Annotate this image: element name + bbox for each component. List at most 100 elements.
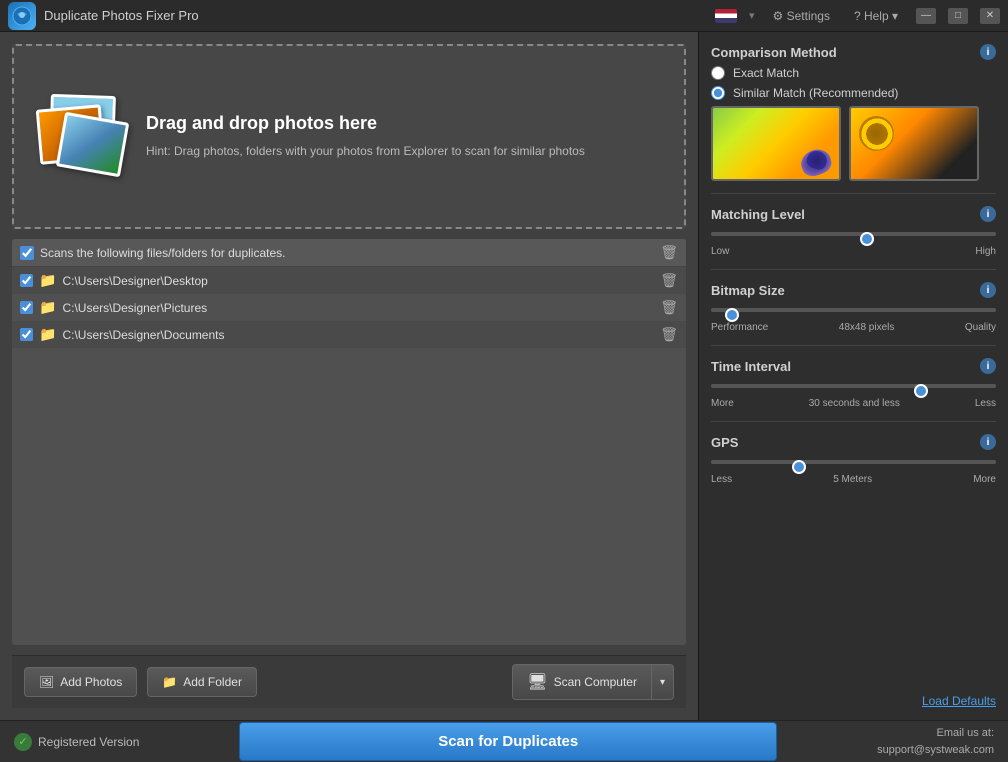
comparison-method-section: Comparison Method i Exact Match Similar … xyxy=(711,44,996,181)
preview-images xyxy=(711,106,996,181)
delete-all-icon[interactable]: 🗑 xyxy=(660,244,678,261)
bitmap-size-title: Bitmap Size i xyxy=(711,282,996,298)
add-folder-icon: 📁 xyxy=(162,675,177,689)
minimize-btn[interactable]: — xyxy=(916,8,936,24)
exact-match-radio[interactable]: Exact Match xyxy=(711,66,996,80)
folder-icon-2: 📁 xyxy=(39,326,56,343)
comparison-method-info[interactable]: i xyxy=(980,44,996,60)
matching-level-info[interactable]: i xyxy=(980,206,996,222)
preview-sunflower xyxy=(849,106,979,181)
time-interval-section: Time Interval i More 30 seconds and less… xyxy=(711,358,996,409)
app-icon xyxy=(8,2,36,30)
gps-value: 5 Meters xyxy=(833,474,872,485)
matching-level-section: Matching Level i Low High xyxy=(711,206,996,257)
email-info: Email us at: support@systweak.com xyxy=(877,725,994,758)
similar-match-input[interactable] xyxy=(711,86,725,100)
bitmap-size-section: Bitmap Size i Performance 48x48 pixels Q… xyxy=(711,282,996,333)
exact-match-label: Exact Match xyxy=(733,66,799,80)
add-folder-button[interactable]: 📁 Add Folder xyxy=(147,667,257,697)
app-title: Duplicate Photos Fixer Pro xyxy=(44,8,199,23)
bitmap-size-labels: Performance 48x48 pixels Quality xyxy=(711,322,996,333)
drop-hint: Hint: Drag photos, folders with your pho… xyxy=(146,142,668,160)
divider-1 xyxy=(711,193,996,194)
scan-computer-dropdown[interactable]: ▾ xyxy=(651,664,674,700)
scan-computer-wrapper: 🖥 Scan Computer ▾ xyxy=(512,664,674,700)
add-folder-label: Add Folder xyxy=(183,675,242,689)
flag-icon[interactable] xyxy=(715,9,737,23)
similar-match-radio[interactable]: Similar Match (Recommended) xyxy=(711,86,996,100)
bottom-buttons-bar: 🖼 Add Photos 📁 Add Folder 🖥 Scan Compute… xyxy=(12,655,686,708)
divider-2 xyxy=(711,269,996,270)
monitor-icon: 🖥 xyxy=(527,672,547,692)
matching-level-title: Matching Level i xyxy=(711,206,996,222)
folder-checkbox-2[interactable] xyxy=(20,328,33,341)
spacer xyxy=(711,497,996,681)
check-circle-icon: ✓ xyxy=(14,733,32,751)
folder-list-header: Scans the following files/folders for du… xyxy=(12,239,686,267)
select-all-checkbox[interactable] xyxy=(20,246,34,260)
titlebar: Duplicate Photos Fixer Pro ▾ ⚙ Settings … xyxy=(0,0,1008,32)
folder-path-0: C:\Users\Designer\Desktop xyxy=(62,274,654,288)
load-defaults-container: Load Defaults xyxy=(711,693,996,708)
delete-folder-0[interactable]: 🗑 xyxy=(660,272,678,289)
preview-butterfly xyxy=(711,106,841,181)
folder-list-header-text: Scans the following files/folders for du… xyxy=(40,246,654,260)
add-photos-label: Add Photos xyxy=(60,675,122,689)
footer: ✓ Registered Version Scan for Duplicates… xyxy=(0,720,1008,762)
right-panel: Comparison Method i Exact Match Similar … xyxy=(698,32,1008,720)
photos-graphic xyxy=(30,87,130,187)
time-interval-value: 30 seconds and less xyxy=(809,398,900,409)
time-interval-labels: More 30 seconds and less Less xyxy=(711,398,996,409)
settings-btn[interactable]: ⚙ Settings xyxy=(767,7,836,25)
left-panel: Drag and drop photos here Hint: Drag pho… xyxy=(0,32,698,720)
main-container: Drag and drop photos here Hint: Drag pho… xyxy=(0,32,1008,720)
drop-text: Drag and drop photos here Hint: Drag pho… xyxy=(146,113,668,160)
drop-zone[interactable]: Drag and drop photos here Hint: Drag pho… xyxy=(12,44,686,229)
delete-folder-1[interactable]: 🗑 xyxy=(660,299,678,316)
folder-icon-0: 📁 xyxy=(39,272,56,289)
folder-icon-1: 📁 xyxy=(39,299,56,316)
folder-checkbox-1[interactable] xyxy=(20,301,33,314)
folder-path-2: C:\Users\Designer\Documents xyxy=(62,328,654,342)
matching-level-labels: Low High xyxy=(711,246,996,257)
gps-section: GPS i Less 5 Meters More xyxy=(711,434,996,485)
folder-list-body: 📁 C:\Users\Designer\Desktop 🗑 📁 C:\Users… xyxy=(12,267,686,645)
folder-item[interactable]: 📁 C:\Users\Designer\Pictures 🗑 xyxy=(12,294,686,321)
scan-duplicates-button[interactable]: Scan for Duplicates xyxy=(239,722,777,761)
bitmap-size-value: 48x48 pixels xyxy=(839,322,895,333)
email-address: support@systweak.com xyxy=(877,742,994,759)
gps-info[interactable]: i xyxy=(980,434,996,450)
gps-title: GPS i xyxy=(711,434,996,450)
exact-match-input[interactable] xyxy=(711,66,725,80)
folder-item[interactable]: 📁 C:\Users\Designer\Documents 🗑 xyxy=(12,321,686,348)
close-btn[interactable]: ✕ xyxy=(980,8,1000,24)
folder-item[interactable]: 📁 C:\Users\Designer\Desktop 🗑 xyxy=(12,267,686,294)
scan-computer-button[interactable]: 🖥 Scan Computer xyxy=(512,664,651,700)
titlebar-left: Duplicate Photos Fixer Pro xyxy=(8,2,199,30)
maximize-btn[interactable]: □ xyxy=(948,8,968,24)
divider-4 xyxy=(711,421,996,422)
add-photos-button[interactable]: 🖼 Add Photos xyxy=(24,667,137,697)
time-interval-title: Time Interval i xyxy=(711,358,996,374)
delete-folder-2[interactable]: 🗑 xyxy=(660,326,678,343)
folder-list-container: Scans the following files/folders for du… xyxy=(12,239,686,645)
comparison-radio-group: Exact Match Similar Match (Recommended) xyxy=(711,66,996,100)
add-photos-icon: 🖼 xyxy=(39,675,54,689)
matching-level-slider[interactable] xyxy=(711,232,996,236)
scan-computer-label: Scan Computer xyxy=(554,675,637,689)
folder-path-1: C:\Users\Designer\Pictures xyxy=(62,301,654,315)
titlebar-controls: ▾ ⚙ Settings ? Help ▾ — □ ✕ xyxy=(715,7,1000,25)
registered-label: Registered Version xyxy=(38,735,139,749)
load-defaults-link[interactable]: Load Defaults xyxy=(922,694,996,708)
time-interval-slider[interactable] xyxy=(711,384,996,388)
gps-slider[interactable] xyxy=(711,460,996,464)
gps-labels: Less 5 Meters More xyxy=(711,474,996,485)
folder-checkbox-0[interactable] xyxy=(20,274,33,287)
photo-card-summer xyxy=(56,111,130,176)
time-interval-info[interactable]: i xyxy=(980,358,996,374)
bitmap-size-slider[interactable] xyxy=(711,308,996,312)
comparison-method-title: Comparison Method i xyxy=(711,44,996,60)
email-label: Email us at: xyxy=(877,725,994,742)
help-btn[interactable]: ? Help ▾ xyxy=(848,7,904,25)
bitmap-size-info[interactable]: i xyxy=(980,282,996,298)
